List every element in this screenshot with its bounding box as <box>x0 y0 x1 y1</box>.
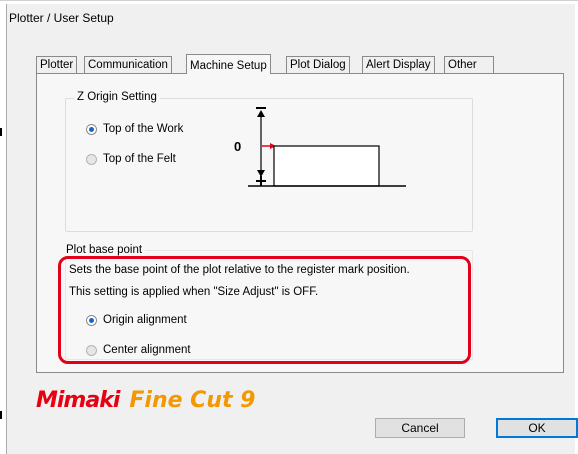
tab-alert-display[interactable]: Alert Display <box>362 56 435 73</box>
z-origin-group: Z Origin Setting Top of the Work Top of … <box>65 91 473 232</box>
tab-label: Communication <box>88 59 168 71</box>
top-of-felt-label: Top of the Felt <box>103 153 176 165</box>
tab-plot-dialog[interactable]: Plot Dialog <box>286 56 350 73</box>
cancel-button[interactable]: Cancel <box>375 418 465 438</box>
z-origin-diagram <box>248 107 406 187</box>
tab-label: Plot Dialog <box>290 59 346 71</box>
z-zero-label: 0 <box>234 139 242 154</box>
radio-unselected-icon <box>86 153 97 165</box>
top-of-work-label: Top of the Work <box>103 123 184 135</box>
highlight-callout <box>58 256 471 364</box>
mimaki-logo: Mimaki <box>36 388 120 413</box>
plot-base-legend: Plot base point <box>63 244 146 256</box>
tab-label: Other <box>448 59 477 71</box>
z-origin-legend: Z Origin Setting <box>74 91 160 103</box>
finecut-logo: Fine Cut 9 <box>129 388 256 413</box>
ok-button[interactable]: OK <box>496 418 578 438</box>
window-title: Plotter / User Setup <box>9 11 114 25</box>
tab-label: Machine Setup <box>190 60 267 72</box>
background-divider <box>0 0 578 1</box>
tab-plotter[interactable]: Plotter <box>36 56 78 73</box>
background-marker <box>0 128 2 136</box>
top-of-work-radio[interactable]: Top of the Work <box>86 123 183 135</box>
background-marker <box>0 411 2 419</box>
radio-selected-icon <box>86 123 97 135</box>
tab-machine-setup[interactable]: Machine Setup <box>186 54 271 74</box>
tab-communication[interactable]: Communication <box>84 56 172 73</box>
tab-other[interactable]: Other <box>444 56 494 73</box>
tab-label: Alert Display <box>366 59 431 71</box>
tab-label: Plotter <box>40 59 74 71</box>
top-of-felt-radio[interactable]: Top of the Felt <box>86 153 176 165</box>
product-logo: Mimaki Fine Cut 9 <box>36 388 255 413</box>
